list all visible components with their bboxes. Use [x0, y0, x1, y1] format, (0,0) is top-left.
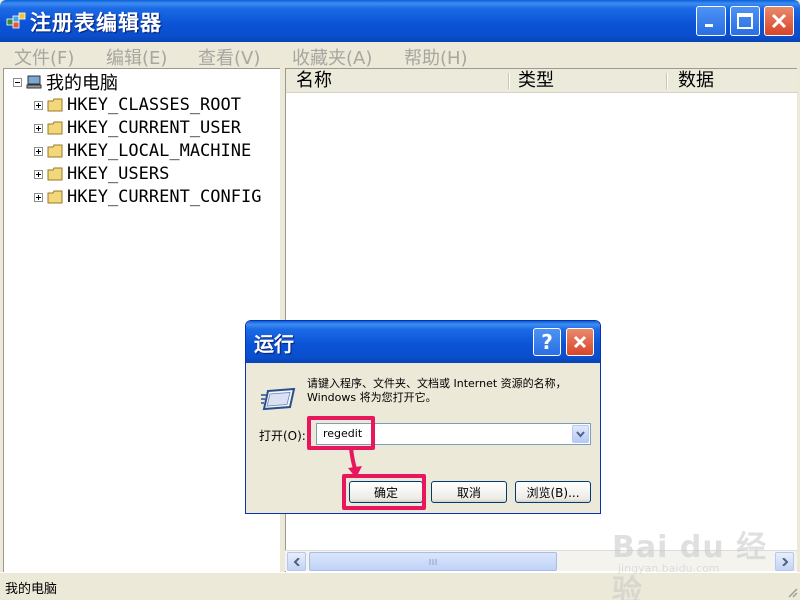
- expand-toggle[interactable]: [34, 146, 43, 156]
- title-bar[interactable]: 注册表编辑器: [0, 0, 800, 42]
- run-description: 请键入程序、文件夹、文档或 Internet 资源的名称，Windows 将为您…: [307, 377, 567, 404]
- chevron-down-icon: [576, 430, 585, 438]
- scroll-thumb[interactable]: [309, 552, 557, 571]
- open-label: 打开(O):: [259, 429, 306, 443]
- tree-item-hku[interactable]: HKEY_USERS: [34, 163, 169, 185]
- folder-icon: [47, 167, 63, 181]
- cancel-button[interactable]: 取消: [431, 481, 507, 503]
- column-headers: 名称 类型 数据: [286, 69, 798, 93]
- close-button[interactable]: [764, 6, 794, 36]
- close-icon: [771, 13, 787, 29]
- help-button[interactable]: ?: [533, 328, 561, 356]
- dialog-close-button[interactable]: [566, 328, 594, 356]
- tree-item-hkcc[interactable]: HKEY_CURRENT_CONFIG: [34, 186, 261, 208]
- column-header-name[interactable]: 名称: [286, 69, 506, 93]
- run-dialog-title-bar[interactable]: 运行 ?: [246, 321, 600, 363]
- browse-button-label: 浏览(B)...: [526, 485, 580, 500]
- run-dialog-title: 运行: [254, 332, 294, 356]
- tree-pane[interactable]: 我的电脑 HKEY_CLASSES_ROOT HKEY_CURRENT_USER…: [3, 68, 280, 572]
- input-highlight-box: [307, 416, 375, 450]
- combo-dropdown-button[interactable]: [572, 425, 589, 443]
- collapse-toggle[interactable]: [13, 77, 22, 87]
- baidu-jingyan-watermark: Bai du 经验 jingyan.baidu.com: [612, 520, 792, 600]
- arrow-left-icon: [293, 557, 300, 566]
- column-header-type[interactable]: 类型: [508, 69, 666, 93]
- expand-toggle[interactable]: [34, 100, 43, 110]
- column-header-data[interactable]: 数据: [668, 69, 796, 93]
- expand-toggle[interactable]: [34, 123, 43, 133]
- tree-item-label: HKEY_USERS: [67, 164, 170, 184]
- tree-item-my-computer[interactable]: 我的电脑: [13, 71, 118, 94]
- tree-item-label: HKEY_CLASSES_ROOT: [67, 95, 241, 115]
- minimize-icon: [705, 24, 713, 27]
- menu-bar: 文件(F) 编辑(E) 查看(V) 收藏夹(A) 帮助(H): [0, 42, 800, 70]
- computer-icon: [26, 75, 42, 89]
- folder-icon: [47, 98, 63, 112]
- folder-icon: [47, 121, 63, 135]
- tree-item-hkcu[interactable]: HKEY_CURRENT_USER: [34, 117, 241, 139]
- scroll-left-button[interactable]: [287, 552, 306, 571]
- maximize-button[interactable]: [730, 6, 760, 36]
- menu-edit[interactable]: 编辑(E): [106, 44, 167, 70]
- cancel-button-label: 取消: [456, 485, 481, 500]
- watermark-url: jingyan.baidu.com: [618, 562, 720, 575]
- grip-icon: [429, 558, 437, 565]
- tree-item-label: HKEY_LOCAL_MACHINE: [67, 141, 252, 161]
- watermark-brand: Bai du 经验: [612, 530, 768, 600]
- menu-file[interactable]: 文件(F): [14, 44, 74, 70]
- maximize-icon: [737, 13, 753, 29]
- window-title: 注册表编辑器: [30, 11, 162, 35]
- expand-toggle[interactable]: [34, 169, 43, 179]
- menu-view[interactable]: 查看(V): [198, 44, 260, 70]
- folder-icon: [47, 144, 63, 158]
- tree-item-hkcr[interactable]: HKEY_CLASSES_ROOT: [34, 94, 241, 116]
- tree-item-hklm[interactable]: HKEY_LOCAL_MACHINE: [34, 140, 251, 162]
- regedit-app-icon: [6, 12, 26, 29]
- help-icon: ?: [541, 330, 553, 354]
- status-text: 我的电脑: [5, 582, 58, 597]
- annotation-arrow-icon: [348, 447, 362, 478]
- browse-button[interactable]: 浏览(B)...: [515, 481, 591, 503]
- menu-favorites[interactable]: 收藏夹(A): [292, 44, 372, 70]
- expand-toggle[interactable]: [34, 192, 43, 202]
- close-icon: [573, 335, 587, 349]
- tree-root-label: 我的电脑: [46, 73, 118, 94]
- tree-item-label: HKEY_CURRENT_CONFIG: [67, 187, 262, 207]
- run-icon: [261, 387, 296, 411]
- menu-help[interactable]: 帮助(H): [404, 44, 468, 70]
- minimize-button[interactable]: [696, 6, 726, 36]
- tree-item-label: HKEY_CURRENT_USER: [67, 118, 241, 138]
- folder-icon: [47, 190, 63, 204]
